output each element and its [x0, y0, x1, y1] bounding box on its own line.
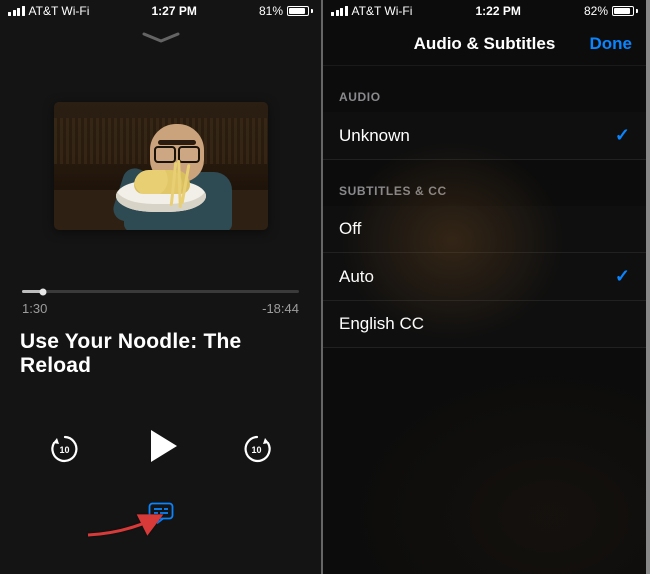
clock: 1:27 PM [152, 4, 197, 18]
audio-subtitles-screen: AT&T Wi-Fi 1:22 PM 82% Audio & Subtitles… [323, 0, 646, 574]
remaining-time: -18:44 [262, 301, 299, 316]
status-bar: AT&T Wi-Fi 1:27 PM 81% [0, 0, 321, 22]
status-bar: AT&T Wi-Fi 1:22 PM 82% [323, 0, 646, 22]
subtitle-option-label: Auto [339, 267, 374, 287]
video-title: Use Your Noodle: The Reload [0, 316, 321, 378]
skip-forward-seconds: 10 [251, 445, 261, 455]
battery-fill [614, 8, 630, 14]
nav-title: Audio & Subtitles [414, 34, 556, 54]
checkmark-icon: ✓ [615, 266, 630, 287]
subtitle-option-row[interactable]: Off [323, 206, 646, 253]
skip-back-seconds: 10 [59, 445, 69, 455]
play-button[interactable] [139, 424, 183, 473]
subtitle-option-label: English CC [339, 314, 424, 334]
section-header-audio: AUDIO [323, 66, 646, 112]
done-button[interactable]: Done [590, 34, 633, 54]
nav-bar: Audio & Subtitles Done [323, 22, 646, 66]
skip-forward-button[interactable]: 10 [237, 429, 277, 469]
elapsed-time: 1:30 [22, 301, 47, 316]
video-player-screen: AT&T Wi-Fi 1:27 PM 81% [0, 0, 323, 574]
carrier-label: AT&T Wi-Fi [352, 4, 413, 18]
annotation-arrow-icon [86, 511, 166, 544]
skip-back-button[interactable]: 10 [45, 429, 85, 469]
checkmark-icon: ✓ [615, 125, 630, 146]
audio-option-row[interactable]: Unknown ✓ [323, 112, 646, 160]
battery-percent: 81% [259, 4, 283, 18]
signal-icon [331, 6, 348, 16]
battery-icon [612, 6, 638, 16]
battery-percent: 82% [584, 4, 608, 18]
subtitle-option-row[interactable]: Auto ✓ [323, 253, 646, 301]
subtitle-option-row[interactable]: English CC [323, 301, 646, 348]
subtitle-option-label: Off [339, 219, 361, 239]
clock: 1:22 PM [476, 4, 521, 18]
carrier-label: AT&T Wi-Fi [29, 4, 90, 18]
signal-icon [8, 6, 25, 16]
battery-fill [289, 8, 305, 14]
scrubber-knob[interactable] [39, 288, 46, 295]
sheet-grabber-icon[interactable] [0, 22, 321, 50]
section-header-subtitles: SUBTITLES & CC [323, 160, 646, 206]
battery-icon [287, 6, 313, 16]
video-thumbnail[interactable] [54, 102, 268, 230]
scrubber-track[interactable] [22, 290, 299, 293]
audio-option-label: Unknown [339, 126, 410, 146]
